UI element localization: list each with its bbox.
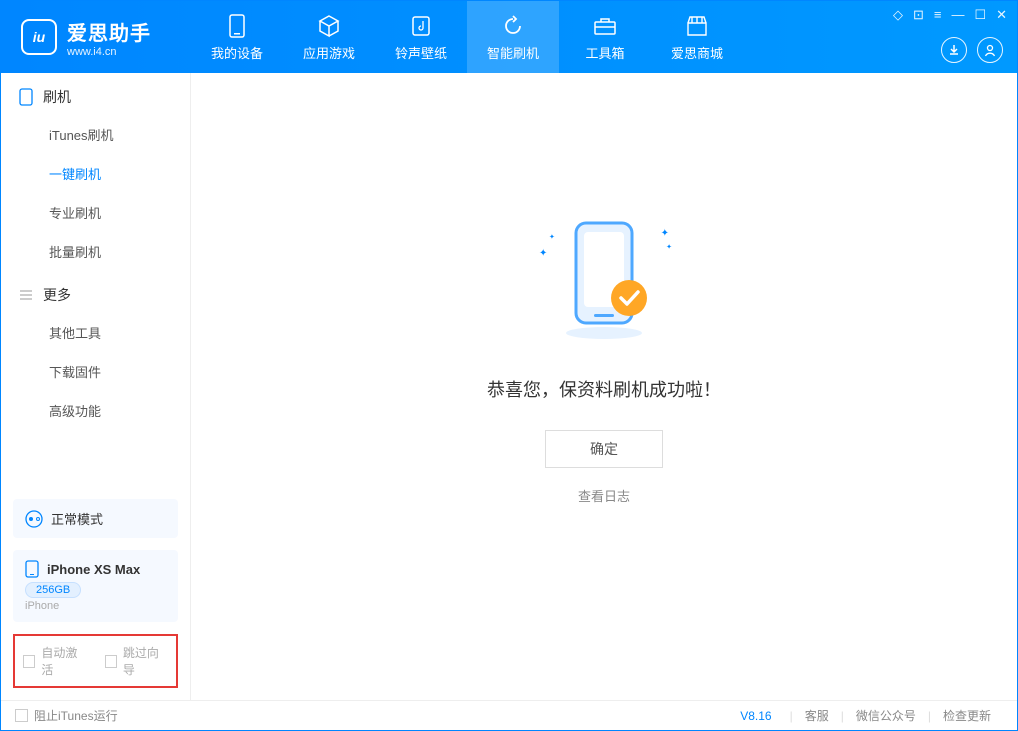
confirm-button[interactable]: 确定 (545, 430, 663, 468)
user-button[interactable] (977, 37, 1003, 63)
nav-tab-toolbox[interactable]: 工具箱 (559, 1, 651, 73)
sidebar-item-pro-flash[interactable]: 专业刷机 (1, 193, 190, 232)
device-card[interactable]: iPhone XS Max 256GB iPhone (13, 550, 178, 622)
nav-tab-flash[interactable]: 智能刷机 (467, 1, 559, 73)
store-icon (684, 13, 710, 39)
mode-card[interactable]: 正常模式 (13, 499, 178, 538)
nav-label: 我的设备 (211, 43, 263, 62)
window-control-maximize[interactable]: ☐ (974, 7, 986, 23)
nav-tab-device[interactable]: 我的设备 (191, 1, 283, 73)
app-logo-icon: iu (21, 19, 57, 55)
checkbox-icon[interactable] (23, 655, 35, 668)
option-skip-guide[interactable]: 跳过向导 (105, 644, 169, 678)
sidebar-item-advanced[interactable]: 高级功能 (1, 391, 190, 430)
mode-label: 正常模式 (51, 509, 103, 528)
option-label: 跳过向导 (123, 644, 168, 678)
window-control-close[interactable]: ✕ (996, 7, 1007, 23)
block-itunes-label[interactable]: 阻止iTunes运行 (34, 707, 118, 724)
download-button[interactable] (941, 37, 967, 63)
sidebar-item-download-firmware[interactable]: 下载固件 (1, 352, 190, 391)
footer-link-update[interactable]: 检查更新 (943, 707, 991, 724)
success-illustration: ✦ ✦ ✦ ✦ (534, 208, 674, 348)
app-title: 爱思助手 (67, 17, 151, 46)
nav-label: 智能刷机 (487, 43, 539, 62)
checkbox-icon[interactable] (15, 709, 28, 722)
mode-icon (25, 510, 43, 528)
main-content: ✦ ✦ ✦ ✦ 恭喜您，保资料刷机成功啦！ 确定 查看日志 (191, 73, 1017, 700)
section-title-label: 刷机 (43, 87, 71, 107)
sidebar-section-flash: 刷机 (1, 73, 190, 115)
device-icon (25, 560, 39, 578)
list-icon (19, 288, 33, 302)
sidebar-item-onekey-flash[interactable]: 一键刷机 (1, 154, 190, 193)
footer-link-support[interactable]: 客服 (805, 707, 829, 724)
checkbox-icon[interactable] (105, 655, 117, 668)
app-subtitle: www.i4.cn (67, 46, 151, 58)
sidebar-section-more: 更多 (1, 271, 190, 313)
device-type-label: iPhone (25, 600, 166, 612)
option-auto-activate[interactable]: 自动激活 (23, 644, 87, 678)
nav-tab-ringtones[interactable]: 铃声壁纸 (375, 1, 467, 73)
device-icon (224, 13, 250, 39)
nav-label: 铃声壁纸 (395, 43, 447, 62)
window-controls: ◇ ⊡ ≡ — ☐ ✕ (883, 1, 1017, 73)
nav-tab-apps[interactable]: 应用游戏 (283, 1, 375, 73)
section-title-label: 更多 (43, 285, 71, 305)
svg-text:iu: iu (33, 29, 46, 45)
cube-icon (316, 13, 342, 39)
device-storage-badge: 256GB (25, 582, 81, 598)
window-control-menu[interactable]: ≡ (934, 7, 942, 22)
window-control-minimize[interactable]: — (951, 7, 964, 22)
nav-label: 爱思商城 (671, 43, 723, 62)
sidebar: 刷机 iTunes刷机 一键刷机 专业刷机 批量刷机 更多 其他工具 下载固件 … (1, 73, 191, 700)
app-body: 刷机 iTunes刷机 一键刷机 专业刷机 批量刷机 更多 其他工具 下载固件 … (1, 73, 1017, 700)
nav-label: 应用游戏 (303, 43, 355, 62)
footer-link-wechat[interactable]: 微信公众号 (856, 707, 916, 724)
view-log-link[interactable]: 查看日志 (578, 486, 630, 505)
nav-tabs: 我的设备 应用游戏 铃声壁纸 智能刷机 工具箱 爱思商城 (191, 1, 883, 73)
window-control-mini[interactable]: ⊡ (913, 7, 924, 23)
option-label: 自动激活 (41, 644, 86, 678)
note-icon (408, 13, 434, 39)
logo-section: iu 爱思助手 www.i4.cn (1, 1, 191, 73)
nav-label: 工具箱 (585, 43, 624, 62)
nav-tab-store[interactable]: 爱思商城 (651, 1, 743, 73)
window-control-skin[interactable]: ◇ (893, 7, 903, 23)
options-highlight-box: 自动激活 跳过向导 (13, 634, 178, 688)
phone-icon (19, 88, 33, 106)
device-name-label: iPhone XS Max (47, 562, 140, 577)
success-title: 恭喜您，保资料刷机成功啦！ (487, 376, 721, 402)
app-header: iu 爱思助手 www.i4.cn 我的设备 应用游戏 铃声壁纸 智能刷机 工具… (1, 1, 1017, 73)
footer: 阻止iTunes运行 V8.16 | 客服 | 微信公众号 | 检查更新 (1, 700, 1017, 730)
version-label: V8.16 (740, 709, 771, 723)
sidebar-item-other-tools[interactable]: 其他工具 (1, 313, 190, 352)
sync-icon (500, 13, 526, 39)
toolbox-icon (592, 13, 618, 39)
sidebar-item-batch-flash[interactable]: 批量刷机 (1, 232, 190, 271)
sidebar-item-itunes-flash[interactable]: iTunes刷机 (1, 115, 190, 154)
